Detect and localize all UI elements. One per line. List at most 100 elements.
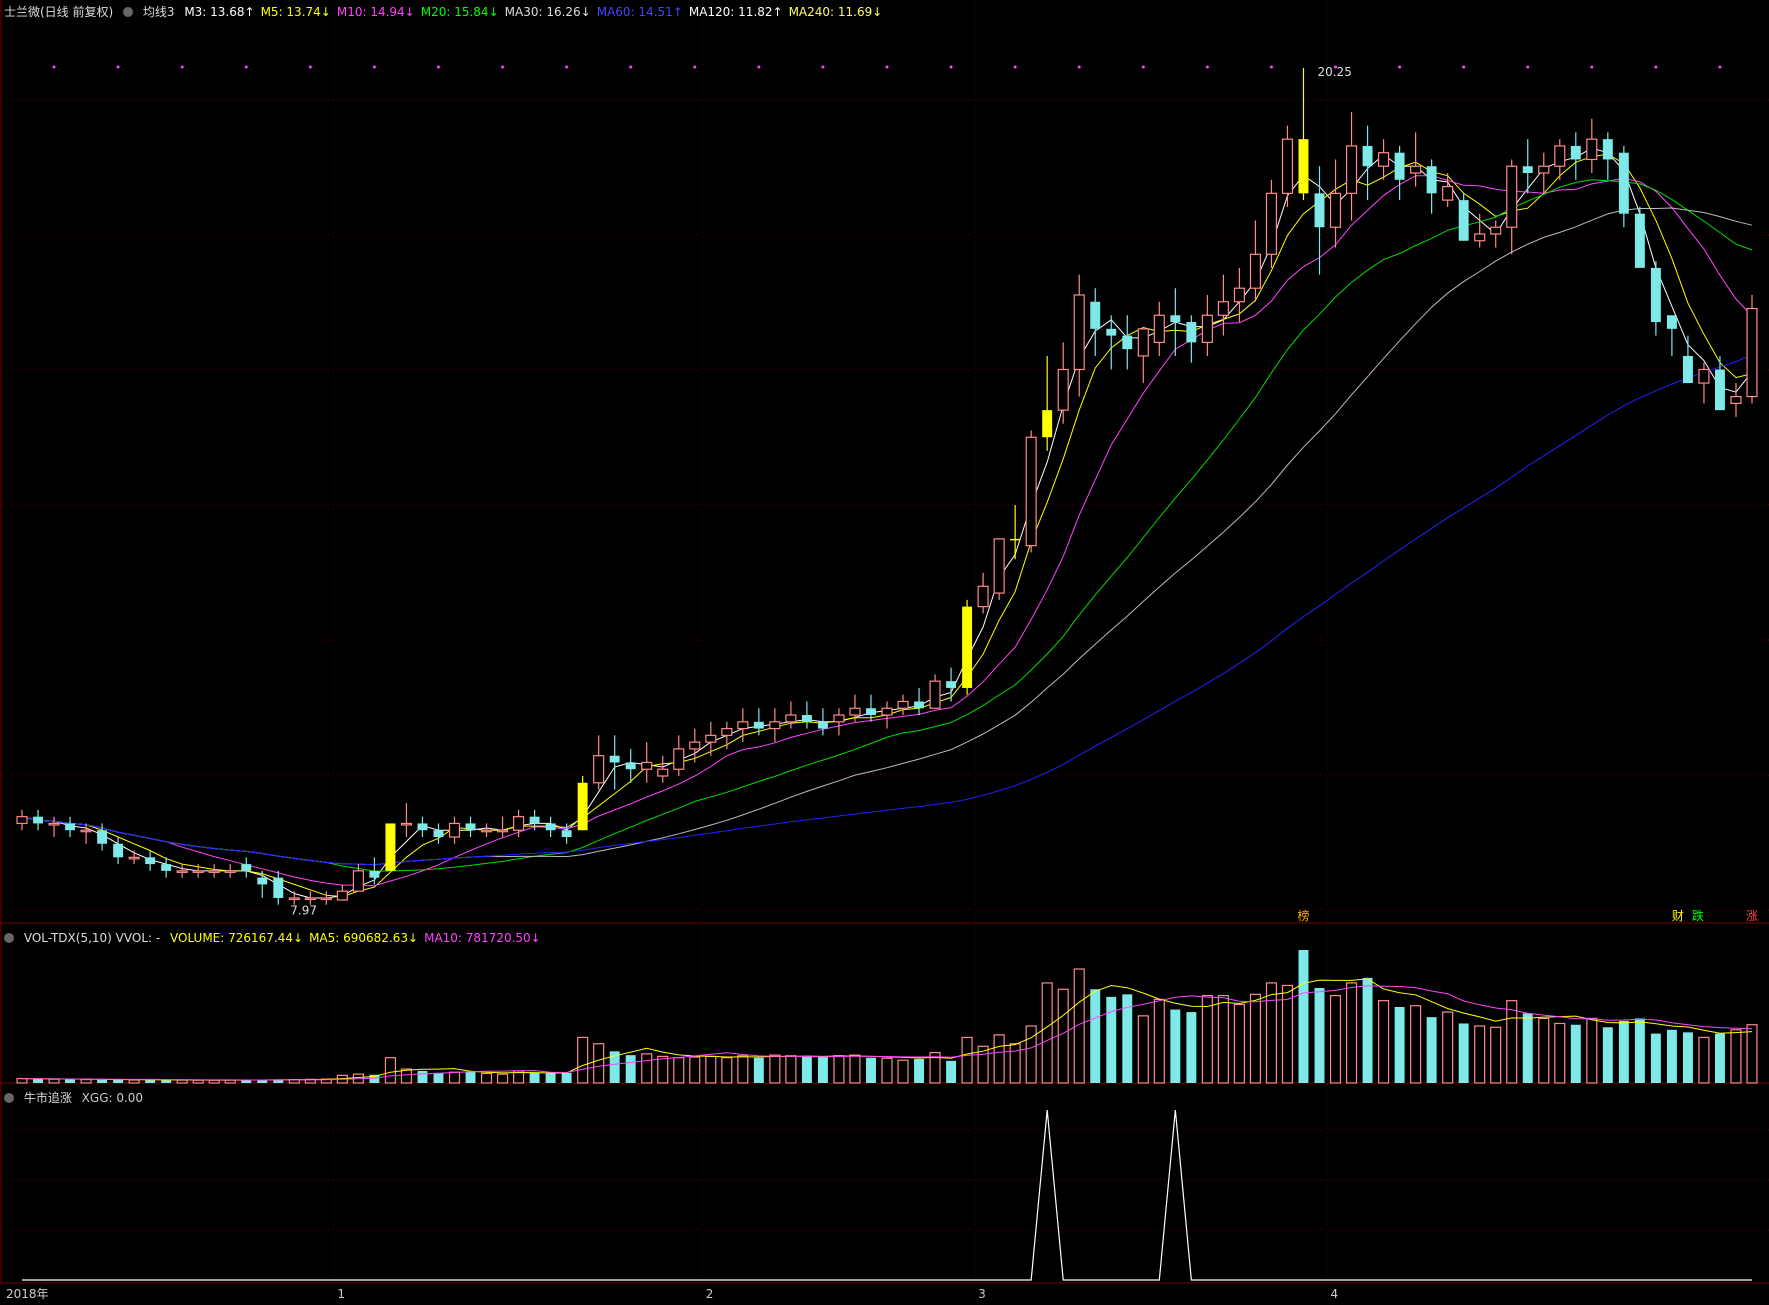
candle <box>1490 220 1502 248</box>
volume-bar <box>1233 1003 1245 1084</box>
candle-body <box>1314 193 1325 228</box>
candle-body <box>1170 315 1181 323</box>
tag-bang: 榜 <box>1297 908 1309 923</box>
candle-body <box>1714 369 1725 411</box>
volume-bar <box>577 1036 589 1084</box>
ma3-line <box>21 147 1753 899</box>
candle-body <box>946 681 957 688</box>
candle-body <box>1362 145 1373 167</box>
candle <box>1426 159 1437 214</box>
candle <box>1634 206 1645 268</box>
candle-body <box>962 606 973 688</box>
candle <box>433 823 444 844</box>
candle-body <box>1730 395 1742 404</box>
candle <box>1042 355 1053 451</box>
signal-dot <box>1718 65 1722 69</box>
ma10-line <box>21 175 1753 887</box>
signal-dot <box>757 65 761 69</box>
low-price-label: 7.97 <box>290 904 317 918</box>
ma30-line <box>21 207 1753 866</box>
candle-body <box>1522 166 1533 174</box>
candle-body <box>657 768 669 777</box>
candle-body <box>369 870 380 878</box>
candle <box>1057 342 1069 424</box>
candle-body <box>1602 139 1613 160</box>
volume-bar <box>1025 1025 1037 1084</box>
candle-body <box>817 721 828 729</box>
indicator-label: 牛市追涨 <box>23 1091 72 1105</box>
volume-bar <box>641 1053 653 1084</box>
candle-body <box>1298 139 1309 194</box>
settings-icon[interactable] <box>123 7 134 17</box>
tag-zhang: 涨 <box>1746 908 1758 923</box>
candle <box>561 823 572 844</box>
candle <box>721 721 733 749</box>
candle-body <box>1378 152 1390 167</box>
signal-dot <box>308 65 312 69</box>
volume-bar <box>448 1071 461 1084</box>
volume-bar <box>1554 1022 1566 1084</box>
candle <box>288 891 300 905</box>
volume-bar <box>1345 982 1358 1084</box>
signal-dot <box>1141 65 1145 69</box>
candle-body <box>641 761 653 770</box>
volume-bar <box>417 1070 428 1083</box>
indicator-values: XGG: 0.00 <box>82 1091 149 1105</box>
candle-body <box>881 707 893 716</box>
header-value: M10: 14.94↓ <box>336 5 415 19</box>
candle-body <box>1698 368 1710 384</box>
volume-bar <box>1682 1032 1693 1083</box>
candle-body <box>1650 267 1661 323</box>
header-value: M20: 15.84↓ <box>420 5 499 19</box>
stock-chart[interactable]: 2018年 1 2 3 4 20.25 7.97 榜 财 跌 涨 <box>0 0 1769 1305</box>
candle <box>753 708 764 736</box>
settings-icon[interactable] <box>4 1093 14 1103</box>
candle <box>1570 132 1581 180</box>
settings-icon[interactable] <box>4 933 14 943</box>
candle <box>480 823 493 837</box>
volume-bar <box>529 1072 540 1083</box>
volume-bar <box>1618 1020 1629 1083</box>
candle <box>1281 125 1294 207</box>
candle <box>833 708 845 736</box>
candle-body <box>433 830 444 837</box>
volume-bar <box>721 1057 733 1084</box>
volume-bar <box>433 1072 444 1083</box>
candle-body <box>1106 328 1117 336</box>
candle-body <box>1554 145 1566 167</box>
candle-body <box>866 708 876 716</box>
signal-dot <box>501 65 505 69</box>
candle <box>1153 301 1165 356</box>
candle <box>1394 145 1405 201</box>
candle <box>1217 274 1229 336</box>
candlestick-series <box>16 65 1758 905</box>
candle-body <box>128 856 140 860</box>
candle-body <box>1265 192 1278 255</box>
volume-bar <box>673 1057 685 1084</box>
volume-bar <box>1249 993 1261 1084</box>
candle <box>1522 139 1533 194</box>
candle <box>977 572 989 614</box>
candle-body <box>224 870 236 873</box>
candle <box>336 884 348 901</box>
volume-bar <box>1586 1017 1598 1084</box>
x-tick-label: 2018年 <box>6 1287 49 1301</box>
xgg-line <box>22 1109 1752 1281</box>
candle-body <box>785 714 797 723</box>
candle-body <box>1426 166 1437 194</box>
volume-bar <box>176 1079 188 1084</box>
volume-bar <box>753 1057 764 1083</box>
candle-body <box>705 734 717 743</box>
volume-bar <box>465 1071 476 1083</box>
volume-bar <box>1650 1033 1661 1083</box>
candle <box>1010 505 1021 560</box>
header-value: MA5: 690682.63↓ <box>309 931 419 945</box>
candle-body <box>1201 314 1213 343</box>
signal-dot <box>52 65 56 69</box>
signal-dot <box>1654 65 1658 69</box>
candle-body <box>833 714 845 723</box>
candle <box>609 735 620 790</box>
signal-dot <box>565 65 569 69</box>
candle-body <box>304 897 316 901</box>
header-value: M5: 13.74↓ <box>260 5 331 19</box>
